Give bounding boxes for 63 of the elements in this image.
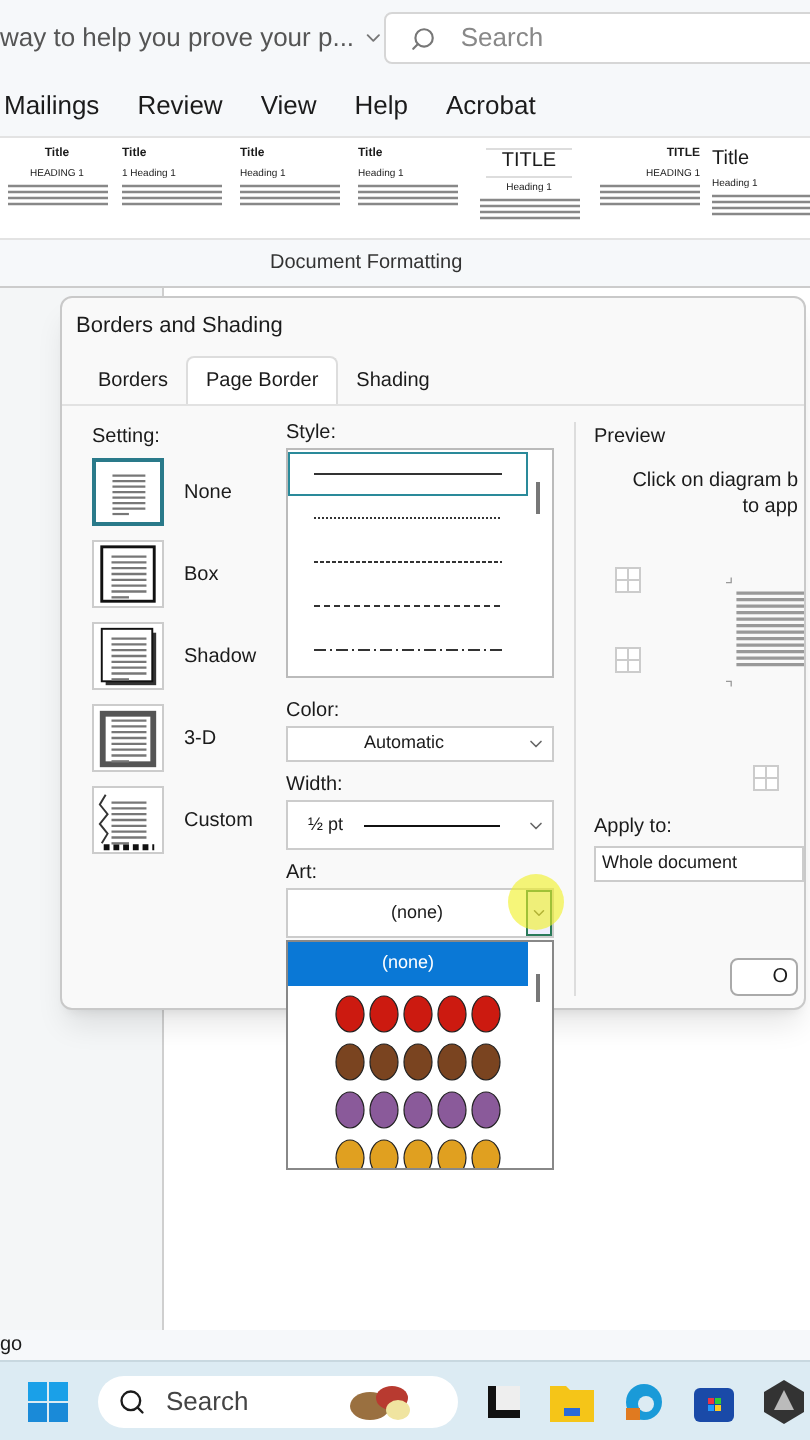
status-text: go	[0, 1332, 23, 1360]
ribbon-tab[interactable]: Review	[137, 86, 223, 126]
width-select[interactable]: ½ pt	[286, 800, 554, 850]
text-lines-drawing	[122, 183, 222, 208]
setting-label: Shadow	[184, 643, 257, 671]
scrollbar-thumb[interactable]	[536, 482, 540, 514]
taskbar-search-field[interactable]: Search	[98, 1375, 458, 1427]
setting-label: None	[184, 479, 232, 507]
dialog-tab[interactable]: Shading	[338, 356, 448, 404]
click-highlight	[508, 874, 564, 930]
folder-icon[interactable]	[550, 1381, 594, 1421]
search-field[interactable]: Search	[384, 12, 810, 64]
setting-label: Box	[184, 561, 219, 589]
preview-hint: Click on diagram b	[632, 470, 798, 495]
scrollbar-thumb[interactable]	[536, 974, 540, 1002]
dialog-title: Borders and Shading	[76, 311, 283, 342]
ribbon-tab[interactable]: Mailings	[4, 86, 100, 126]
field-label: Preview	[594, 424, 668, 452]
document-title: way to help you prove your p...	[0, 20, 355, 57]
text-lines-drawing	[600, 183, 700, 208]
art-option[interactable]: (none)	[288, 942, 528, 986]
text-lines-drawing	[712, 193, 810, 218]
ribbon-tab[interactable]: Acrobat	[446, 86, 536, 126]
apply-to-select[interactable]: Whole document	[594, 846, 804, 882]
border-toggle-icon[interactable]	[614, 646, 642, 674]
field-label: Width:	[286, 774, 345, 798]
text-lines-drawing	[479, 197, 579, 222]
text-lines-drawing	[358, 183, 458, 208]
browser-icon[interactable]	[624, 1381, 664, 1421]
group-label: Document Formatting	[270, 250, 463, 278]
thumbnail-title: TITLE	[485, 148, 573, 177]
windows-logo-icon[interactable]	[28, 1381, 68, 1421]
preview-hint: to app	[742, 495, 798, 520]
text-lines-drawing	[240, 183, 340, 208]
app-square-icon[interactable]	[488, 1385, 520, 1417]
setting-label: Custom	[184, 807, 253, 835]
setting-label: 3-D	[184, 725, 217, 753]
field-label: Style:	[286, 422, 339, 446]
chevron-down-icon	[530, 904, 548, 922]
dialog-tab[interactable]: Page Border	[186, 356, 339, 404]
border-toggle-icon[interactable]	[752, 764, 780, 792]
search-icon	[410, 25, 437, 51]
field-label: Apply to:	[594, 814, 674, 842]
taskbar-search-input[interactable]: Search	[166, 1381, 326, 1421]
border-toggle-icon[interactable]	[614, 566, 642, 594]
border-setting-icon	[94, 539, 162, 609]
field-label: Setting:	[92, 424, 162, 452]
ribbon-tab[interactable]: View	[260, 86, 317, 126]
field-label: Color:	[286, 700, 342, 724]
line-style-option[interactable]	[288, 452, 528, 496]
dialog-tab[interactable]: Borders	[80, 356, 187, 404]
ribbon-tab[interactable]: Help	[354, 86, 409, 126]
line-style-list[interactable]	[286, 448, 554, 678]
field-label: Art:	[286, 862, 320, 886]
thumbnail-title: Title	[712, 148, 750, 173]
search-input[interactable]: Search	[460, 18, 761, 58]
text-lines-drawing	[7, 183, 107, 208]
line-width-drawing	[363, 823, 500, 827]
app-hexagon-icon[interactable]	[764, 1379, 804, 1423]
search-icon	[118, 1387, 146, 1415]
dropdown-toggle[interactable]	[526, 890, 552, 936]
ok-button[interactable]: O	[730, 958, 798, 996]
color-select[interactable]: Automatic	[286, 726, 554, 762]
